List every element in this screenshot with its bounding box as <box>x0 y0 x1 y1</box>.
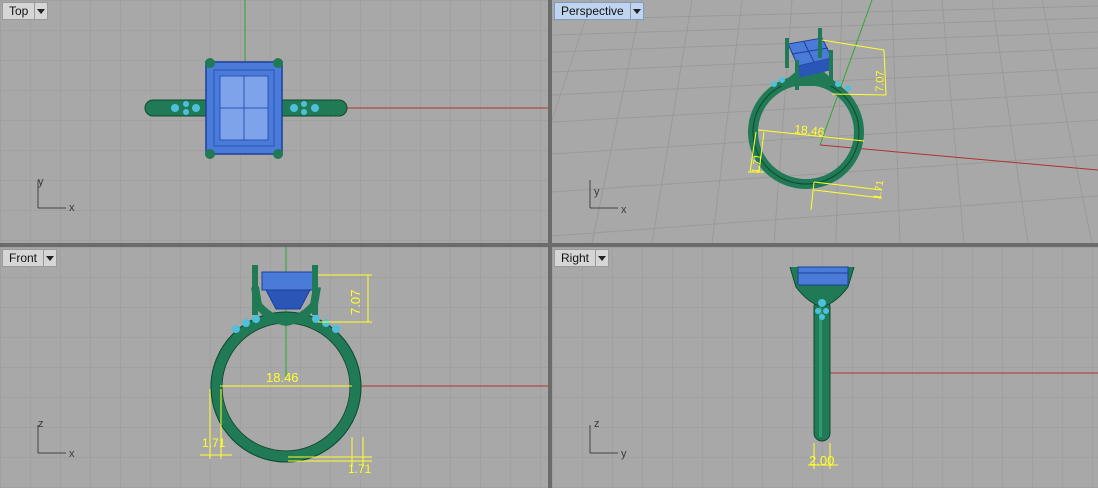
viewport-menu-dropdown-icon[interactable] <box>595 250 608 266</box>
right-view-canvas[interactable]: 2.00 z y <box>552 247 1098 488</box>
viewport-menu-dropdown-icon[interactable] <box>629 3 643 19</box>
viewport-label: Right <box>561 251 590 265</box>
perspective-view-canvas[interactable]: 7.07 18.46 1.71 1.71 y x <box>552 0 1098 243</box>
perspective-grid <box>552 0 1098 243</box>
viewport-menu-dropdown-icon[interactable] <box>43 250 56 266</box>
viewport-tab-top[interactable]: Top <box>2 2 49 20</box>
axis-indicator-b-label: y <box>621 448 627 460</box>
y-axis-line <box>819 0 873 146</box>
viewport-top[interactable]: y x Top <box>0 0 548 243</box>
dimension-diameter-label: 18.46 <box>266 370 299 385</box>
front-view-canvas[interactable]: 7.07 18.46 1.71 1.71 z x <box>0 247 548 488</box>
dimension-height-label: 7.07 <box>874 70 887 92</box>
viewport-right[interactable]: 2.00 z y Right <box>552 247 1098 488</box>
axis-indicator-a-label: y <box>594 186 600 198</box>
viewport-tab-front[interactable]: Front <box>2 249 58 267</box>
viewport-label: Top <box>9 4 29 18</box>
axis-indicator-b-label: x <box>69 448 75 460</box>
axis-indicator-a-label: y <box>38 176 44 188</box>
dimension-thickness-label-1: 1.71 <box>750 153 764 175</box>
dimension-diameter-label: 18.46 <box>794 122 826 139</box>
dimension-thickness-label-1: 1.71 <box>202 436 226 450</box>
viewport-label: Perspective <box>561 4 624 18</box>
axis-indicator-b-label: x <box>69 202 75 214</box>
dimension-width-label: 2.00 <box>809 453 834 468</box>
viewport-tab-right[interactable]: Right <box>554 249 610 267</box>
axis-indicator-b-label: x <box>621 204 627 216</box>
dimension-thickness-label-2: 1.71 <box>348 462 372 476</box>
dimension-thickness-label-2: 1.71 <box>872 179 886 201</box>
viewport-label: Front <box>9 251 38 265</box>
viewport-front[interactable]: 7.07 18.46 1.71 1.71 z x Front <box>0 247 548 488</box>
top-view-canvas[interactable]: y x <box>0 0 548 243</box>
viewport-tab-perspective[interactable]: Perspective <box>554 2 644 20</box>
axis-indicator-a-label: z <box>38 418 44 430</box>
axis-indicator-a-label: z <box>594 418 600 430</box>
dimension-height-label: 7.07 <box>348 290 363 315</box>
viewport-perspective[interactable]: 7.07 18.46 1.71 1.71 y x Perspective <box>552 0 1098 243</box>
viewport-menu-dropdown-icon[interactable] <box>34 3 47 19</box>
